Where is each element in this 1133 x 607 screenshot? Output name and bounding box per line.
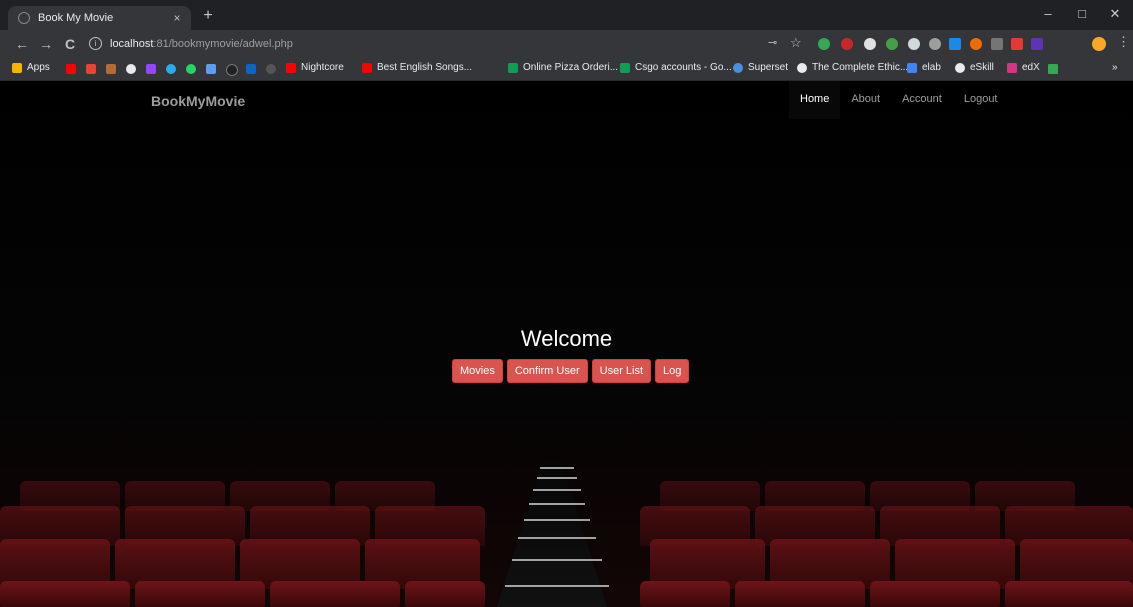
browser-toolbar: ← → C i localhost:81/bookmymovie/adwel.p… (0, 30, 1133, 58)
bookmark-star-icon[interactable]: ☆ (790, 35, 802, 51)
admin-actions: Movies Confirm User User List Log (452, 359, 690, 383)
bookmark-nightcore[interactable]: Nightcore (286, 62, 344, 73)
check-extension-icon[interactable] (908, 38, 920, 50)
purple-extension-icon[interactable] (1031, 38, 1043, 50)
tab-favicon-icon (18, 12, 30, 24)
page-content: BookMyMovie Home About Account Logout We… (0, 81, 1133, 607)
site-info-icon[interactable]: i (89, 37, 102, 50)
globe-icon (955, 62, 965, 73)
bookmark-elab[interactable]: elab (907, 62, 941, 73)
reload-button[interactable]: C (62, 36, 78, 52)
youtube-bookmark-icon[interactable] (66, 64, 76, 74)
menu-dots-icon[interactable]: ⋮ (1117, 34, 1130, 50)
browser-tab[interactable]: Book My Movie × (8, 6, 191, 30)
url-host: localhost (110, 37, 154, 50)
nav-account[interactable]: Account (891, 81, 953, 119)
profile-avatar-icon[interactable] (1092, 37, 1106, 51)
messages-bookmark-icon[interactable] (206, 64, 216, 74)
sheets-icon (620, 62, 630, 73)
apps-grid-icon (12, 62, 22, 73)
bookmark-complete-ethic[interactable]: The Complete Ethic... (797, 62, 908, 73)
bookmark-superset[interactable]: Superset (733, 62, 788, 73)
linkedin-bookmark-icon[interactable] (246, 64, 256, 74)
whatsapp-bookmark-icon[interactable] (186, 64, 196, 74)
red-extension-icon[interactable] (1011, 38, 1023, 50)
bookmark-online-pizza[interactable]: Online Pizza Orderi... (508, 62, 618, 73)
forward-button[interactable]: → (38, 36, 54, 52)
back-button[interactable]: ← (14, 36, 30, 52)
nav-about[interactable]: About (840, 81, 891, 119)
bookmarks-overflow-button[interactable]: » (1112, 62, 1118, 73)
leaf-extension-icon[interactable] (886, 38, 898, 50)
github-bookmark-icon[interactable] (226, 64, 238, 76)
main-nav: Home About Account Logout (789, 81, 1009, 119)
drive-bookmark-icon[interactable] (1048, 64, 1058, 74)
tab-close-icon[interactable]: × (169, 11, 185, 25)
bookmark-icon[interactable] (106, 64, 116, 74)
confirm-user-button[interactable]: Confirm User (506, 359, 588, 383)
key-icon[interactable]: ⊸ (768, 36, 777, 49)
bookmarks-bar: Apps Nightcore Best English Songs... Onl… (0, 58, 1133, 81)
globe-icon (797, 62, 807, 73)
sheets-icon (508, 62, 518, 73)
minimize-button[interactable]: – (1038, 6, 1058, 21)
maximize-button[interactable]: □ (1072, 6, 1092, 21)
telegram-bookmark-icon[interactable] (166, 64, 176, 74)
superset-icon (733, 62, 743, 73)
log-button[interactable]: Log (655, 359, 690, 383)
edx-icon (1007, 62, 1017, 73)
screen-extension-icon[interactable] (949, 38, 961, 50)
movies-button[interactable]: Movies (452, 359, 503, 383)
youtube-icon (362, 62, 372, 73)
welcome-heading: Welcome (520, 326, 613, 351)
new-tab-button[interactable]: + (199, 7, 217, 25)
bookmark-eskill[interactable]: eSkill (955, 62, 994, 73)
bookmark-best-english-songs[interactable]: Best English Songs... (362, 62, 472, 73)
bookmark-icon[interactable] (266, 64, 276, 74)
flower-extension-icon[interactable] (970, 38, 982, 50)
clipboard-extension-icon[interactable] (991, 38, 1003, 50)
globe-bookmark-icon[interactable] (126, 64, 136, 74)
twitch-bookmark-icon[interactable] (146, 64, 156, 74)
brand-logo[interactable]: BookMyMovie (151, 93, 245, 109)
tab-title: Book My Movie (38, 12, 114, 24)
close-window-button[interactable]: ✕ (1105, 6, 1125, 22)
nav-home[interactable]: Home (789, 81, 841, 119)
url-path: :81/bookmymovie/adwel.php (153, 37, 293, 50)
youtube-icon (286, 62, 296, 73)
play-extension-icon[interactable] (864, 38, 876, 50)
address-bar[interactable]: i localhost:81/bookmymovie/adwel.php (89, 37, 293, 50)
bookmark-csgo-accounts[interactable]: Csgo accounts - Go... (620, 62, 732, 73)
nav-logout[interactable]: Logout (953, 81, 1009, 119)
grammarly-extension-icon[interactable] (818, 38, 830, 50)
gmail-bookmark-icon[interactable] (86, 64, 96, 74)
google-extension-icon[interactable] (929, 38, 941, 50)
user-list-button[interactable]: User List (591, 359, 652, 383)
elab-icon (907, 62, 917, 73)
browser-tab-bar: Book My Movie × + – □ ✕ (0, 0, 1133, 30)
bookmark-edx[interactable]: edX (1007, 62, 1040, 73)
ublock-extension-icon[interactable] (841, 38, 853, 50)
bookmark-apps[interactable]: Apps (12, 62, 50, 73)
